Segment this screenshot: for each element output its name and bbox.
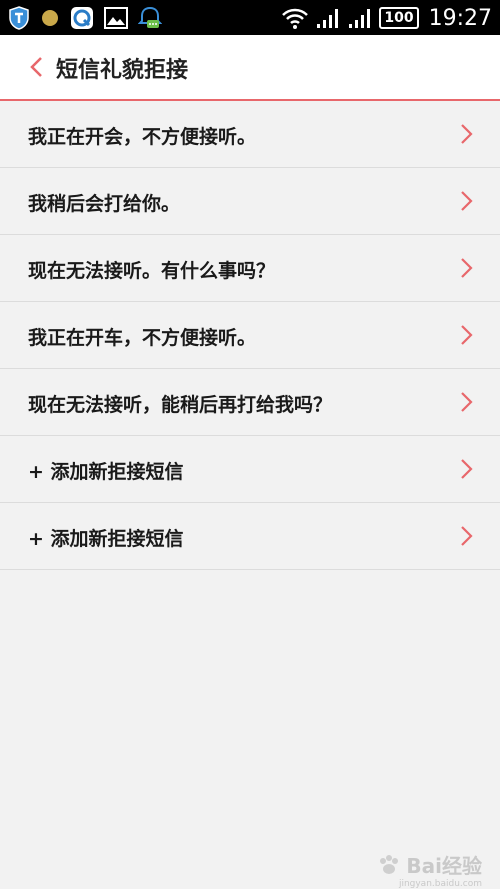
signal-icon (315, 7, 341, 29)
page-title: 短信礼貌拒接 (56, 58, 189, 83)
clock: 19:27 (428, 5, 492, 31)
gallery-icon (104, 7, 128, 29)
battery-icon: 100 (379, 7, 419, 29)
coin-icon (40, 8, 60, 28)
chevron-right-icon (461, 325, 473, 345)
paw-icon (380, 854, 399, 874)
shield-icon (8, 6, 30, 30)
list-item-label: 现在无法接听。有什么事吗？ (28, 260, 276, 282)
list-item-label: 现在无法接听，能稍后再打给我吗？ (28, 394, 333, 416)
title-bar: 短信礼貌拒接 (0, 35, 500, 101)
wifi-icon (281, 7, 309, 29)
chevron-right-icon (461, 526, 473, 546)
watermark-url: jingyan.baidu.com (398, 879, 482, 889)
chevron-left-icon (30, 57, 42, 77)
list-item-label: + 添加新拒接短信 (28, 528, 184, 550)
back-button[interactable] (22, 53, 50, 81)
signal-icon (347, 7, 373, 29)
watermark-text: Bai经验 (406, 854, 482, 878)
app-q-icon (70, 6, 94, 30)
chevron-right-icon (461, 191, 473, 211)
chat-icon (138, 6, 162, 30)
chevron-right-icon (461, 258, 473, 278)
list-item[interactable]: 现在无法接听。有什么事吗？ (0, 235, 500, 302)
status-bar-system: 100 19:27 (281, 5, 492, 31)
list-item-label: 我正在开车，不方便接听。 (28, 327, 257, 349)
list-item[interactable]: 我稍后会打给你。 (0, 168, 500, 235)
baidu-watermark: Bai经验 jingyan.baidu.com (376, 850, 482, 889)
add-reply-item[interactable]: + 添加新拒接短信 (0, 503, 500, 570)
status-bar-notifications (8, 5, 162, 31)
reply-list: 我正在开会，不方便接听。 我稍后会打给你。 现在无法接听。有什么事吗？ 我正在开… (0, 101, 500, 570)
chevron-right-icon (461, 459, 473, 479)
list-item-label: 我正在开会，不方便接听。 (28, 126, 257, 148)
list-item-label: + 添加新拒接短信 (28, 461, 184, 483)
chevron-right-icon (461, 392, 473, 412)
list-item-label: 我稍后会打给你。 (28, 193, 181, 215)
list-item[interactable]: 我正在开车，不方便接听。 (0, 302, 500, 369)
chevron-right-icon (461, 124, 473, 144)
add-reply-item[interactable]: + 添加新拒接短信 (0, 436, 500, 503)
list-item[interactable]: 我正在开会，不方便接听。 (0, 101, 500, 168)
list-item[interactable]: 现在无法接听，能稍后再打给我吗？ (0, 369, 500, 436)
status-bar: 100 19:27 (0, 0, 500, 35)
